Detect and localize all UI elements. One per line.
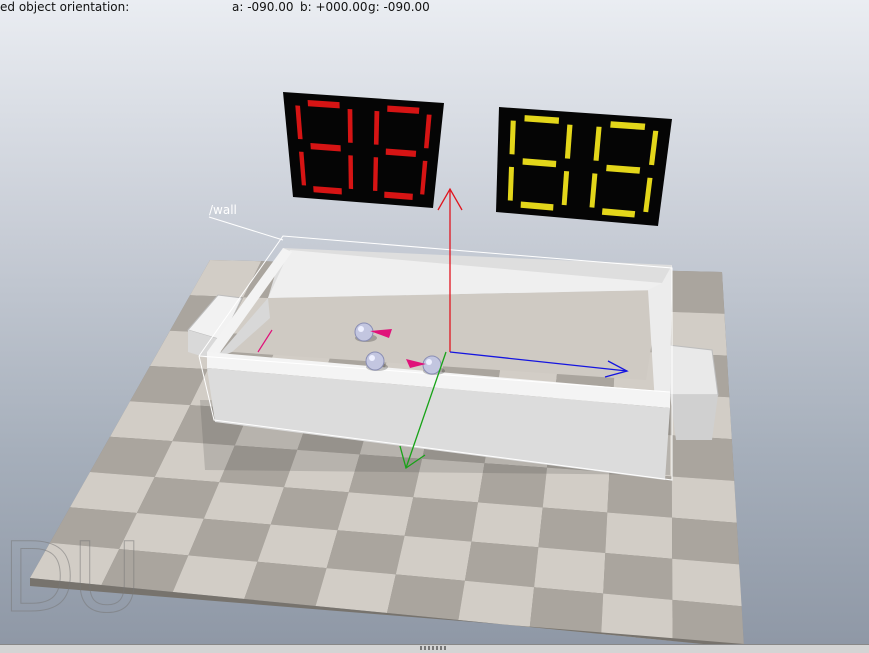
digit-segment [347,109,353,143]
floor-tile [534,547,606,594]
splitter-grip[interactable] [420,646,448,650]
floor-tile [404,497,478,542]
floor-tile [270,487,349,531]
floor-tile [337,492,414,536]
floor-tile [672,599,744,644]
orientation-beta: b: +000.00 [300,0,368,14]
floor-tile [529,587,604,634]
floor-tile [471,502,543,548]
robot-body[interactable] [365,351,385,371]
floor-tile [538,507,608,553]
floor-tile [315,568,396,613]
orientation-label: ed object orientation: [0,0,130,14]
floor-tile [458,580,535,627]
floor-tile [244,561,327,606]
digit-segment [348,155,354,190]
wall-leader-line [208,216,284,241]
robot-highlight [369,355,375,361]
floor-tile [603,553,673,600]
wall-object-tag[interactable]: /wall [209,203,237,217]
floor-tile [395,535,472,581]
scoreboard-right [496,107,672,226]
orientation-alpha: a: -090.00 [232,0,294,14]
floor-tile [387,574,465,620]
robot-highlight [426,359,432,365]
floor-tile [670,270,725,314]
floor-tile [542,467,610,513]
floor-tile [326,530,405,575]
floor-tile [464,541,539,588]
floor-tile [672,517,740,565]
digit-segment [373,157,379,191]
floor-tile [257,524,338,569]
3d-viewport[interactable]: ed object orientation: a: -090.00 b: +00… [0,0,869,644]
digit-segment [373,110,380,145]
scoreboard-panel [283,92,444,208]
robot-body[interactable] [422,355,442,375]
floor-tile [671,476,737,523]
orientation-gamma: g: -090.00 [368,0,430,14]
floor-tile [672,558,742,607]
floor-tile [605,512,673,559]
robot-highlight [358,326,364,332]
robot-body[interactable] [354,322,374,342]
floor-tile [671,435,735,481]
watermark-logo: DU [1,522,142,634]
scoreboard-left [283,92,444,208]
